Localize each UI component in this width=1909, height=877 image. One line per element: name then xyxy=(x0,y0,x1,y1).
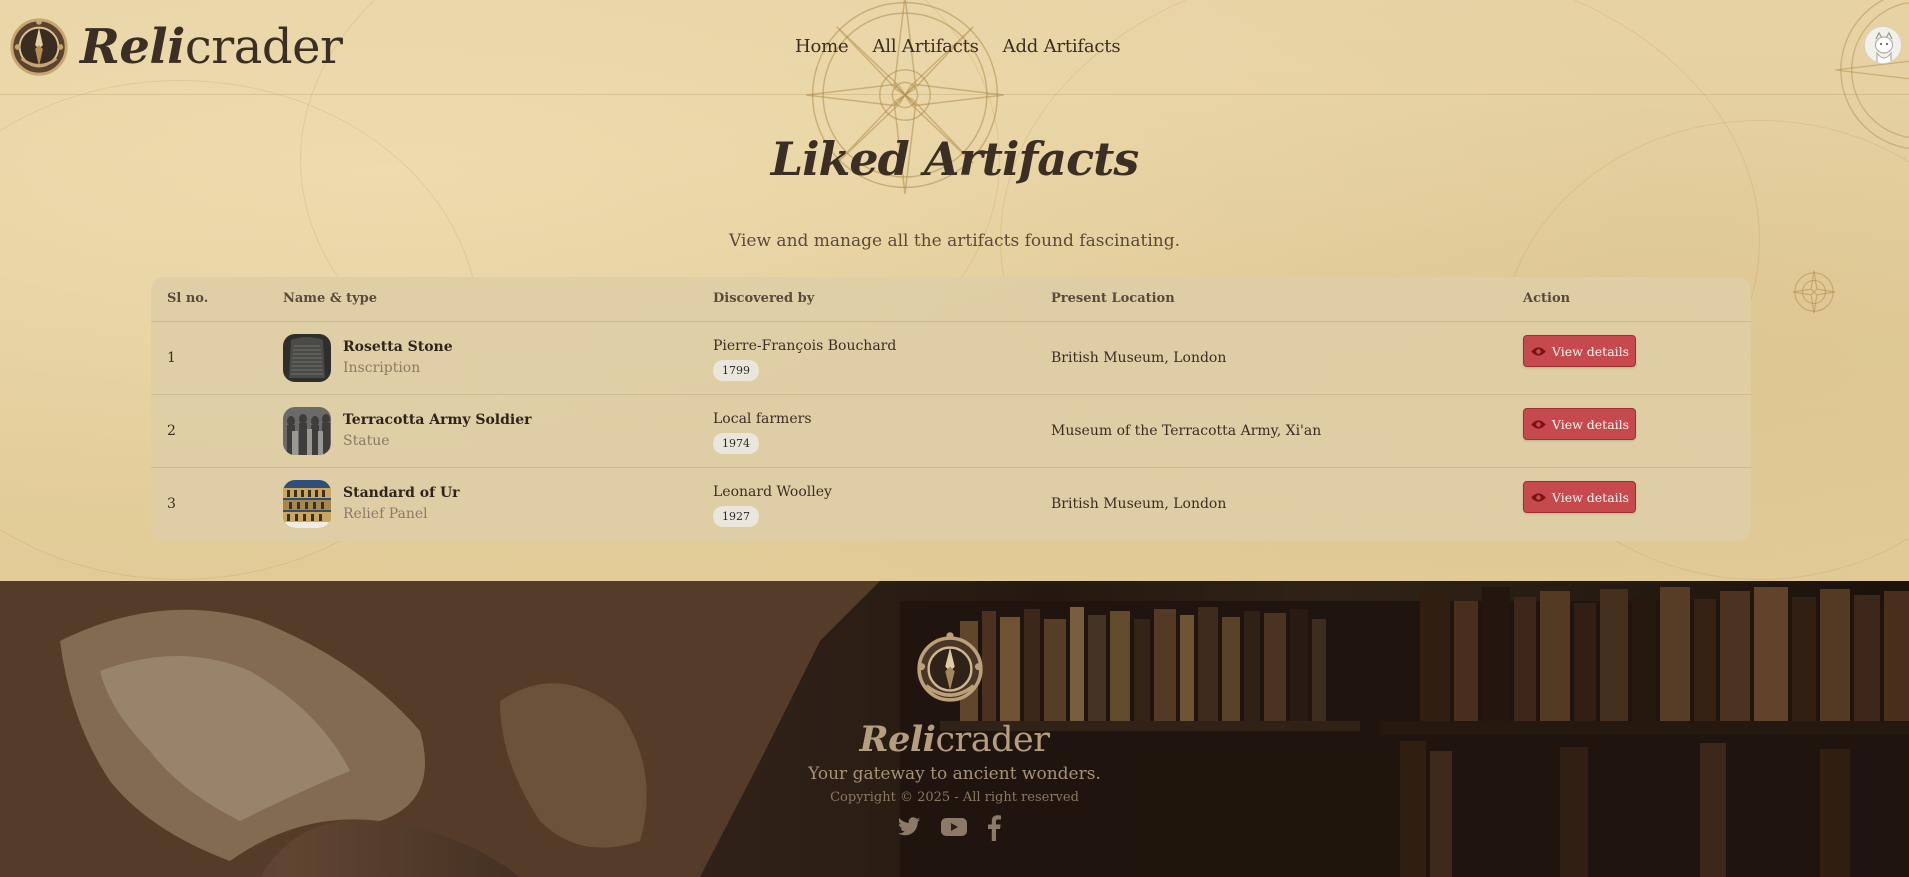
rosetta-stone-image xyxy=(283,334,331,382)
nav-link-add-artifacts[interactable]: Add Artifacts xyxy=(1003,36,1121,57)
footer-brand-part2: crader xyxy=(935,720,1050,760)
footer-brand-name: Relicrader xyxy=(0,719,1909,760)
footer-tagline: Your gateway to ancient wonders. xyxy=(808,764,1101,784)
footer-compass-logo-icon xyxy=(917,632,983,702)
brand-logo[interactable]: Relicrader xyxy=(8,16,343,78)
header-action: Action xyxy=(1523,291,1571,306)
table-row: 2 Terracotta Army Soldier Statue Local f… xyxy=(151,395,1751,468)
table-header-row: Sl no. Name & type Discovered by Present… xyxy=(151,277,1751,322)
user-avatar[interactable] xyxy=(1864,26,1902,64)
footer-brand-part1: Reli xyxy=(859,719,936,760)
page-title: Liked Artifacts xyxy=(770,132,1140,186)
nav-link-all-artifacts[interactable]: All Artifacts xyxy=(872,36,978,57)
artifact-thumbnail-terracotta-army xyxy=(283,407,331,455)
header-discovered-by: Discovered by xyxy=(713,291,815,306)
present-location: British Museum, London xyxy=(1051,350,1227,366)
artifact-type: Inscription xyxy=(343,360,421,376)
present-location: British Museum, London xyxy=(1051,496,1227,512)
standard-of-ur-image xyxy=(283,480,331,528)
facebook-icon[interactable] xyxy=(984,815,1012,841)
eye-icon xyxy=(1531,346,1546,356)
eye-icon xyxy=(1531,492,1546,502)
artifact-thumbnail-standard-of-ur xyxy=(283,480,331,528)
view-details-label: View details xyxy=(1551,489,1630,505)
youtube-icon[interactable] xyxy=(940,815,968,841)
view-details-label: View details xyxy=(1551,343,1630,359)
view-details-button[interactable]: View details xyxy=(1523,335,1636,367)
artifact-name: Terracotta Army Soldier xyxy=(343,412,532,428)
eye-icon xyxy=(1531,419,1546,429)
discovered-by: Local farmers xyxy=(713,411,812,427)
table-row: 3 Standard of Ur Relief Panel Leonard Wo… xyxy=(151,468,1751,541)
artifact-type: Statue xyxy=(343,433,390,449)
row-sl-no: 3 xyxy=(167,496,176,512)
discovery-year-badge: 1799 xyxy=(713,360,759,381)
terracotta-army-image xyxy=(283,407,331,455)
nav-link-home[interactable]: Home xyxy=(795,36,849,57)
compass-logo-icon xyxy=(10,18,68,76)
discovered-by: Leonard Woolley xyxy=(713,484,832,500)
discovery-year-badge: 1974 xyxy=(713,433,759,454)
row-sl-no: 2 xyxy=(167,423,176,439)
view-details-label: View details xyxy=(1551,416,1630,432)
page-subtitle: View and manage all the artifacts found … xyxy=(729,231,1180,251)
header-name-type: Name & type xyxy=(283,291,378,306)
artifact-name: Standard of Ur xyxy=(343,485,460,501)
footer-copyright: Copyright © 2025 - All right reserved xyxy=(830,790,1079,805)
brand-name-part1: Reli xyxy=(80,19,185,75)
discovery-year-badge: 1927 xyxy=(713,506,759,527)
compass-rose-decoration xyxy=(1792,270,1836,314)
site-footer: Relicrader Your gateway to ancient wonde… xyxy=(0,581,1909,877)
view-details-button[interactable]: View details xyxy=(1523,408,1636,440)
brand-name-part2: crader xyxy=(184,19,343,75)
footer-social-links xyxy=(896,815,1012,841)
artifact-thumbnail-rosetta-stone xyxy=(283,334,331,382)
header-sl-no: Sl no. xyxy=(167,291,209,306)
discovered-by: Pierre-François Bouchard xyxy=(713,338,897,354)
artifact-type: Relief Panel xyxy=(343,506,428,522)
table-row: 1 Rosetta Stone Inscription Pierre-Franç… xyxy=(151,322,1751,395)
present-location: Museum of the Terracotta Army, Xi'an xyxy=(1051,423,1322,439)
artifact-name: Rosetta Stone xyxy=(343,339,453,355)
liked-artifacts-table: Sl no. Name & type Discovered by Present… xyxy=(151,277,1751,541)
header-present-location: Present Location xyxy=(1051,291,1175,306)
twitter-icon[interactable] xyxy=(896,815,924,841)
brand-name: Relicrader xyxy=(80,19,343,75)
main-nav: Home All Artifacts Add Artifacts xyxy=(795,36,1121,57)
row-sl-no: 1 xyxy=(167,350,176,366)
cat-avatar-icon xyxy=(1865,27,1901,63)
view-details-button[interactable]: View details xyxy=(1523,481,1636,513)
top-navbar: Relicrader Home All Artifacts Add Artifa… xyxy=(0,0,1909,95)
